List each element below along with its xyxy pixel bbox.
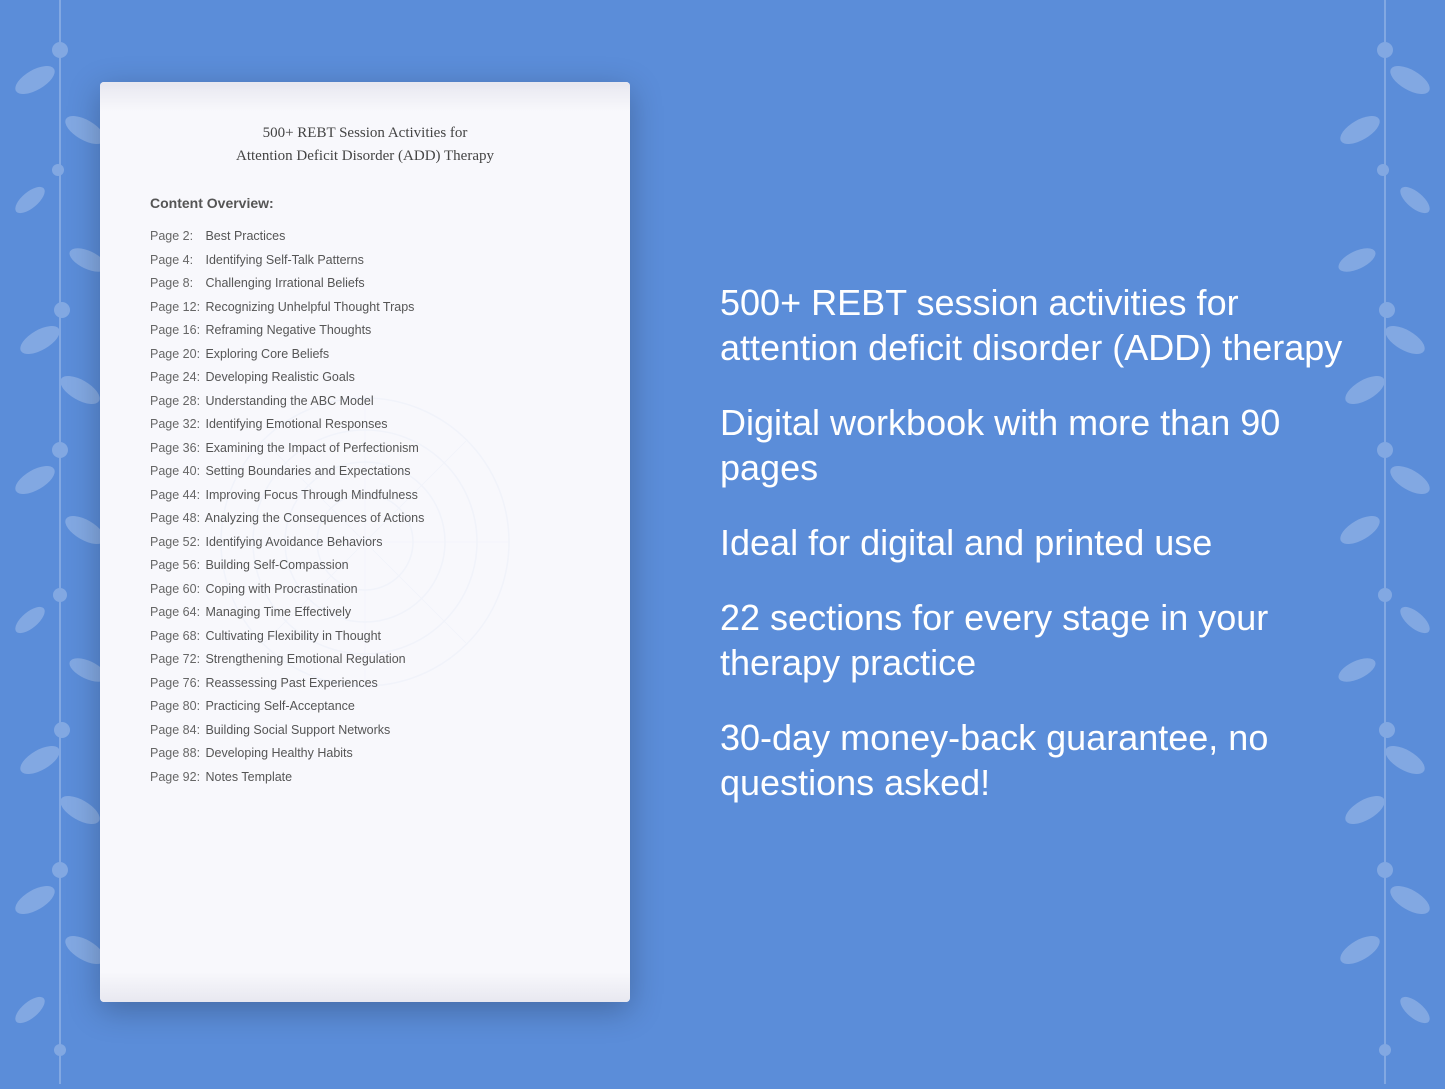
toc-page-num: Page 76: [150,675,202,693]
content-overview-label: Content Overview: [150,195,580,211]
toc-page-num: Page 40: [150,463,202,481]
watermark-mandala [205,382,525,702]
toc-page-num: Page 2: [150,228,202,246]
toc-page-num: Page 64: [150,604,202,622]
toc-title: Best Practices [202,229,285,243]
toc-page-num: Page 28: [150,393,202,411]
feature-text-4: 22 sections for every stage in your ther… [720,595,1365,685]
toc-page-num: Page 44: [150,487,202,505]
doc-title: 500+ REBT Session Activities for Attenti… [150,122,580,167]
left-panel: 500+ REBT Session Activities for Attenti… [0,0,660,1084]
toc-item: Page 88: Developing Healthy Habits [150,742,580,766]
toc-title: Developing Healthy Habits [202,746,353,760]
toc-page-num: Page 8: [150,275,202,293]
toc-item: Page 20: Exploring Core Beliefs [150,343,580,367]
feature-text-1: 500+ REBT session activities for attenti… [720,280,1365,370]
toc-title: Reframing Negative Thoughts [202,323,371,337]
toc-page-num: Page 24: [150,369,202,387]
toc-item: Page 4: Identifying Self-Talk Patterns [150,249,580,273]
toc-page-num: Page 60: [150,581,202,599]
toc-item: Page 2: Best Practices [150,225,580,249]
toc-page-num: Page 36: [150,440,202,458]
toc-title: Challenging Irrational Beliefs [202,276,365,290]
toc-title: Building Social Support Networks [202,723,390,737]
toc-item: Page 84: Building Social Support Network… [150,719,580,743]
toc-title: Exploring Core Beliefs [202,347,329,361]
toc-item: Page 92: Notes Template [150,766,580,790]
feature-text-5: 30-day money-back guarantee, no question… [720,715,1365,805]
toc-item: Page 16: Reframing Negative Thoughts [150,319,580,343]
feature-text-2: Digital workbook with more than 90 pages [720,400,1365,490]
toc-title: Notes Template [202,770,292,784]
toc-page-num: Page 56: [150,557,202,575]
feature-text-3: Ideal for digital and printed use [720,520,1365,565]
toc-page-num: Page 32: [150,416,202,434]
toc-page-num: Page 52: [150,534,202,552]
toc-page-num: Page 92: [150,769,202,787]
doc-bottom-border [100,972,630,1002]
toc-page-num: Page 80: [150,698,202,716]
toc-page-num: Page 84: [150,722,202,740]
toc-page-num: Page 12: [150,299,202,317]
toc-page-num: Page 88: [150,745,202,763]
toc-page-num: Page 72: [150,651,202,669]
toc-page-num: Page 20: [150,346,202,364]
right-panel: 500+ REBT session activities for attenti… [660,220,1445,865]
toc-title: Identifying Self-Talk Patterns [202,253,364,267]
toc-title: Recognizing Unhelpful Thought Traps [202,300,414,314]
toc-item: Page 8: Challenging Irrational Beliefs [150,272,580,296]
toc-page-num: Page 68: [150,628,202,646]
toc-page-num: Page 48: [150,510,202,528]
toc-page-num: Page 16: [150,322,202,340]
toc-item: Page 12: Recognizing Unhelpful Thought T… [150,296,580,320]
toc-page-num: Page 4: [150,252,202,270]
doc-top-border [100,82,630,112]
document-card: 500+ REBT Session Activities for Attenti… [100,82,630,1002]
